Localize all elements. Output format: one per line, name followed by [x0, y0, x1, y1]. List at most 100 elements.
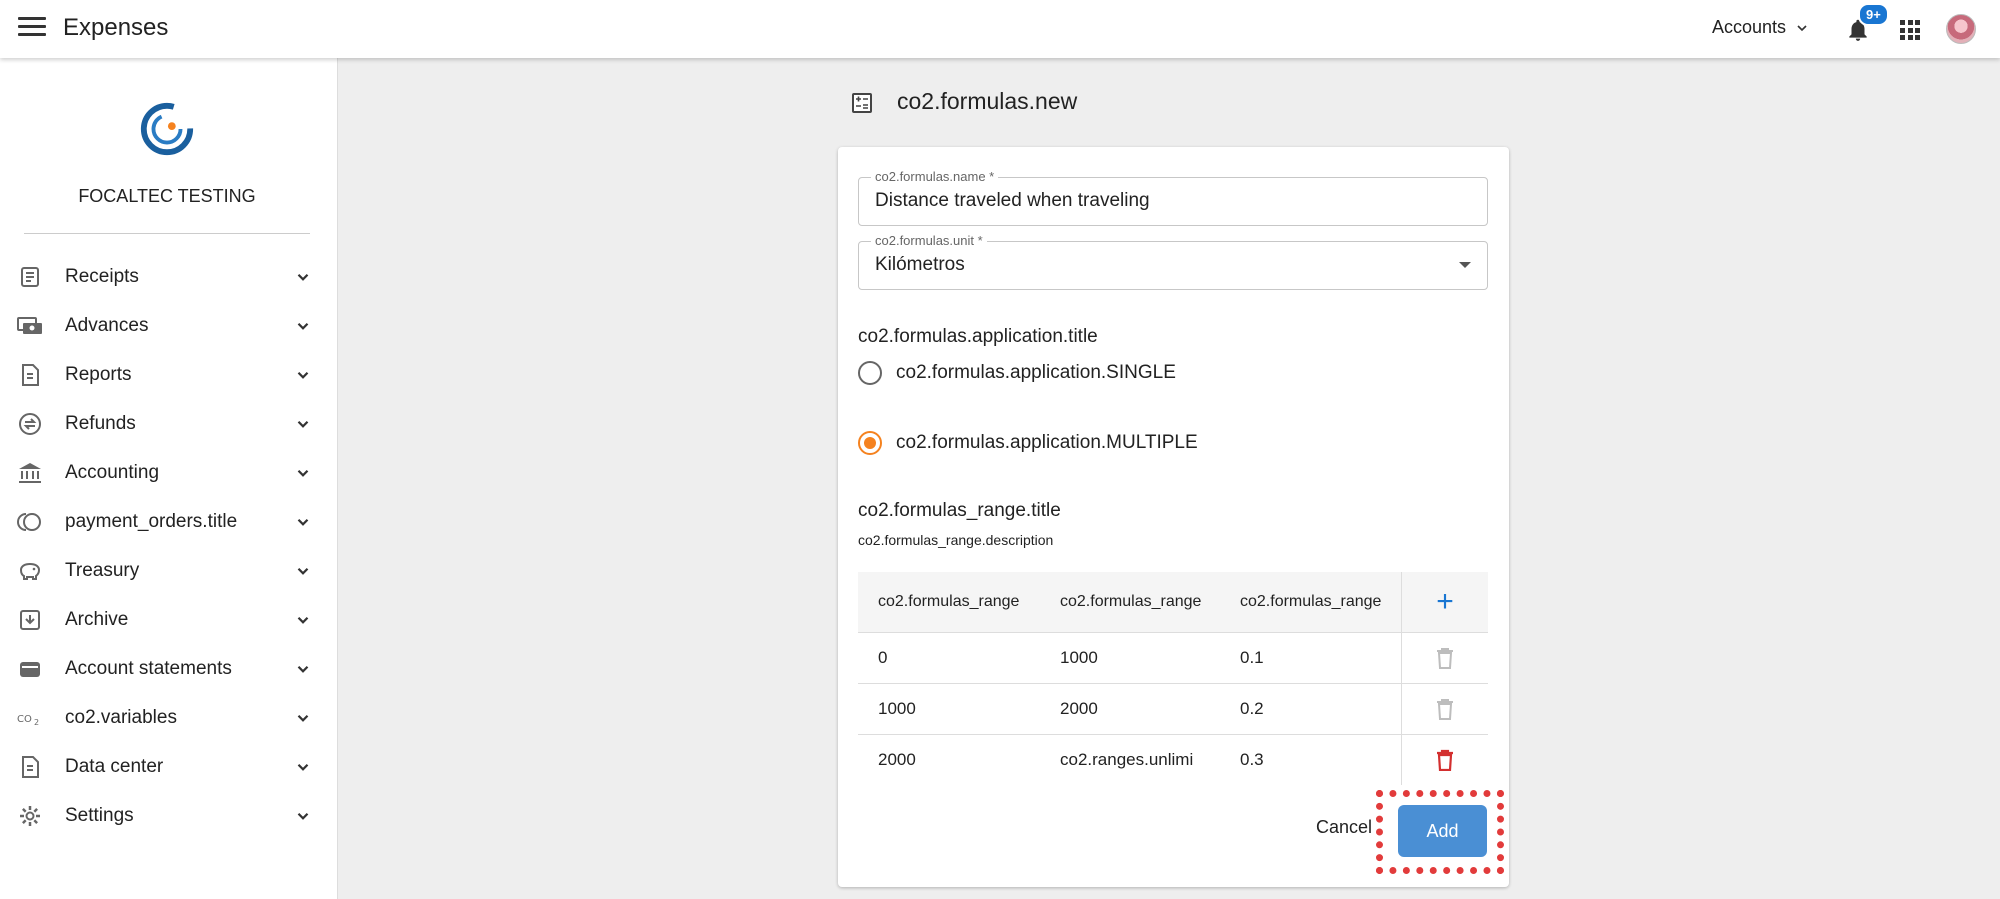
- radio-label: co2.formulas.application.SINGLE: [896, 362, 1176, 383]
- top-app-bar: Expenses Accounts 9+: [0, 0, 2000, 58]
- name-input[interactable]: [875, 190, 1465, 212]
- gear-icon: [17, 803, 43, 829]
- trash-icon[interactable]: [1435, 647, 1455, 669]
- accounts-label: Accounts: [1712, 17, 1787, 37]
- chevron-down-icon: [297, 763, 309, 771]
- bank-icon: [17, 460, 43, 486]
- accounts-dropdown[interactable]: Accounts: [1712, 17, 1810, 38]
- plus-icon[interactable]: +: [1436, 587, 1454, 617]
- range-from-cell[interactable]: 2000: [878, 735, 1038, 785]
- chevron-down-icon: [297, 665, 309, 673]
- range-to-cell[interactable]: 1000: [1060, 633, 1205, 683]
- cash-icon: [17, 313, 43, 339]
- trash-icon[interactable]: [1435, 749, 1455, 771]
- menu-icon[interactable]: [18, 17, 46, 41]
- receipt-icon: [17, 264, 43, 290]
- sidebar-item-label: Reports: [65, 364, 132, 385]
- sidebar-item-label: co2.variables: [65, 707, 177, 728]
- wallet-icon: [17, 656, 43, 682]
- range-title: co2.formulas_range.title: [858, 500, 1061, 521]
- piggy-bank-icon: [17, 558, 43, 584]
- range-table: co2.formulas_range co2.formulas_range co…: [858, 572, 1488, 785]
- column-header: co2.formulas_range: [1240, 593, 1382, 610]
- radio-single[interactable]: co2.formulas.application.SINGLE: [858, 358, 1176, 388]
- range-factor-cell[interactable]: 0.3: [1240, 735, 1400, 785]
- column-header: co2.formulas_range: [1060, 593, 1202, 610]
- chevron-down-icon: [297, 518, 309, 526]
- apps-grid-icon[interactable]: [1900, 20, 1920, 40]
- delete-cell: [1401, 633, 1488, 683]
- chevron-down-icon: [297, 322, 309, 330]
- chevron-down-icon: [1797, 24, 1807, 31]
- trash-icon[interactable]: [1435, 698, 1455, 720]
- chevron-down-icon: [297, 714, 309, 722]
- add-button[interactable]: Add: [1398, 805, 1487, 857]
- table-row: 1000 2000 0.2: [858, 683, 1488, 734]
- dropdown-arrow-icon[interactable]: [1459, 262, 1471, 268]
- sidebar-item-account-statements[interactable]: Account statements: [0, 649, 334, 689]
- range-from-cell[interactable]: 1000: [878, 684, 1038, 734]
- sidebar-item-label: payment_orders.title: [65, 511, 238, 532]
- sidebar-item-reports[interactable]: Reports: [0, 355, 334, 395]
- unit-select-value: Kilómetros: [875, 254, 965, 275]
- delete-cell: [1401, 735, 1488, 785]
- name-field[interactable]: co2.formulas.name *: [858, 169, 1488, 226]
- application-title: co2.formulas.application.title: [858, 326, 1098, 347]
- column-header: co2.formulas_range: [878, 593, 1020, 610]
- sidebar-item-label: Account statements: [65, 658, 232, 679]
- chevron-down-icon: [297, 371, 309, 379]
- avatar[interactable]: [1946, 14, 1976, 44]
- range-from-cell[interactable]: 0: [878, 633, 1038, 683]
- chevron-down-icon: [297, 567, 309, 575]
- notification-badge: 9+: [1858, 3, 1889, 26]
- sidebar-item-co2-variables[interactable]: CO 2 co2.variables: [0, 698, 334, 738]
- chevron-down-icon: [297, 469, 309, 477]
- app-title: Expenses: [63, 14, 169, 41]
- unit-select[interactable]: co2.formulas.unit * Kilómetros: [858, 233, 1488, 290]
- chevron-down-icon: [297, 616, 309, 624]
- sidebar-item-refunds[interactable]: Refunds: [0, 404, 334, 444]
- sidebar: FOCALTEC TESTING Receipts Advances Repor…: [0, 58, 338, 899]
- sidebar-divider: [24, 233, 310, 234]
- range-to-cell[interactable]: 2000: [1060, 684, 1205, 734]
- range-description: co2.formulas_range.description: [858, 532, 1054, 548]
- sidebar-item-label: Data center: [65, 756, 164, 777]
- chevron-down-icon: [297, 812, 309, 820]
- radio-button-checked[interactable]: [858, 431, 882, 455]
- sidebar-item-accounting[interactable]: Accounting: [0, 453, 334, 493]
- cancel-button[interactable]: Cancel: [1316, 817, 1372, 838]
- payment-orders-icon: [17, 509, 43, 535]
- table-row: 0 1000 0.1: [858, 632, 1488, 683]
- company-logo: [140, 102, 194, 156]
- sidebar-item-label: Archive: [65, 609, 129, 630]
- radio-label: co2.formulas.application.MULTIPLE: [896, 432, 1198, 453]
- sidebar-item-settings[interactable]: Settings: [0, 796, 334, 836]
- range-to-cell[interactable]: co2.ranges.unlimi: [1060, 735, 1205, 785]
- sidebar-item-archive[interactable]: Archive: [0, 600, 334, 640]
- range-factor-cell[interactable]: 0.1: [1240, 633, 1400, 683]
- sidebar-item-label: Advances: [65, 315, 149, 336]
- radio-button[interactable]: [858, 361, 882, 385]
- sidebar-item-label: Settings: [65, 805, 134, 826]
- unit-field-label: co2.formulas.unit *: [871, 233, 987, 248]
- range-factor-cell[interactable]: 0.2: [1240, 684, 1400, 734]
- sidebar-item-data-center[interactable]: Data center: [0, 747, 334, 787]
- formula-form-card: co2.formulas.name * co2.formulas.unit * …: [838, 147, 1509, 887]
- refund-icon: [17, 411, 43, 437]
- sidebar-item-label: Accounting: [65, 462, 160, 483]
- sidebar-item-treasury[interactable]: Treasury: [0, 551, 334, 591]
- page-title: co2.formulas.new: [897, 88, 1078, 114]
- radio-multiple[interactable]: co2.formulas.application.MULTIPLE: [858, 428, 1198, 458]
- sidebar-item-advances[interactable]: Advances: [0, 306, 334, 346]
- add-row-cell: +: [1401, 572, 1488, 632]
- sidebar-item-label: Treasury: [65, 560, 140, 581]
- report-icon: [17, 362, 43, 388]
- chevron-down-icon: [297, 420, 309, 428]
- archive-icon: [17, 607, 43, 633]
- co2-icon: CO 2: [17, 705, 43, 731]
- sidebar-item-payment-orders[interactable]: payment_orders.title: [0, 502, 334, 542]
- sidebar-item-receipts[interactable]: Receipts: [0, 257, 334, 297]
- table-header: co2.formulas_range co2.formulas_range co…: [858, 572, 1488, 632]
- name-field-label: co2.formulas.name *: [871, 169, 999, 184]
- company-name: FOCALTEC TESTING: [78, 186, 256, 206]
